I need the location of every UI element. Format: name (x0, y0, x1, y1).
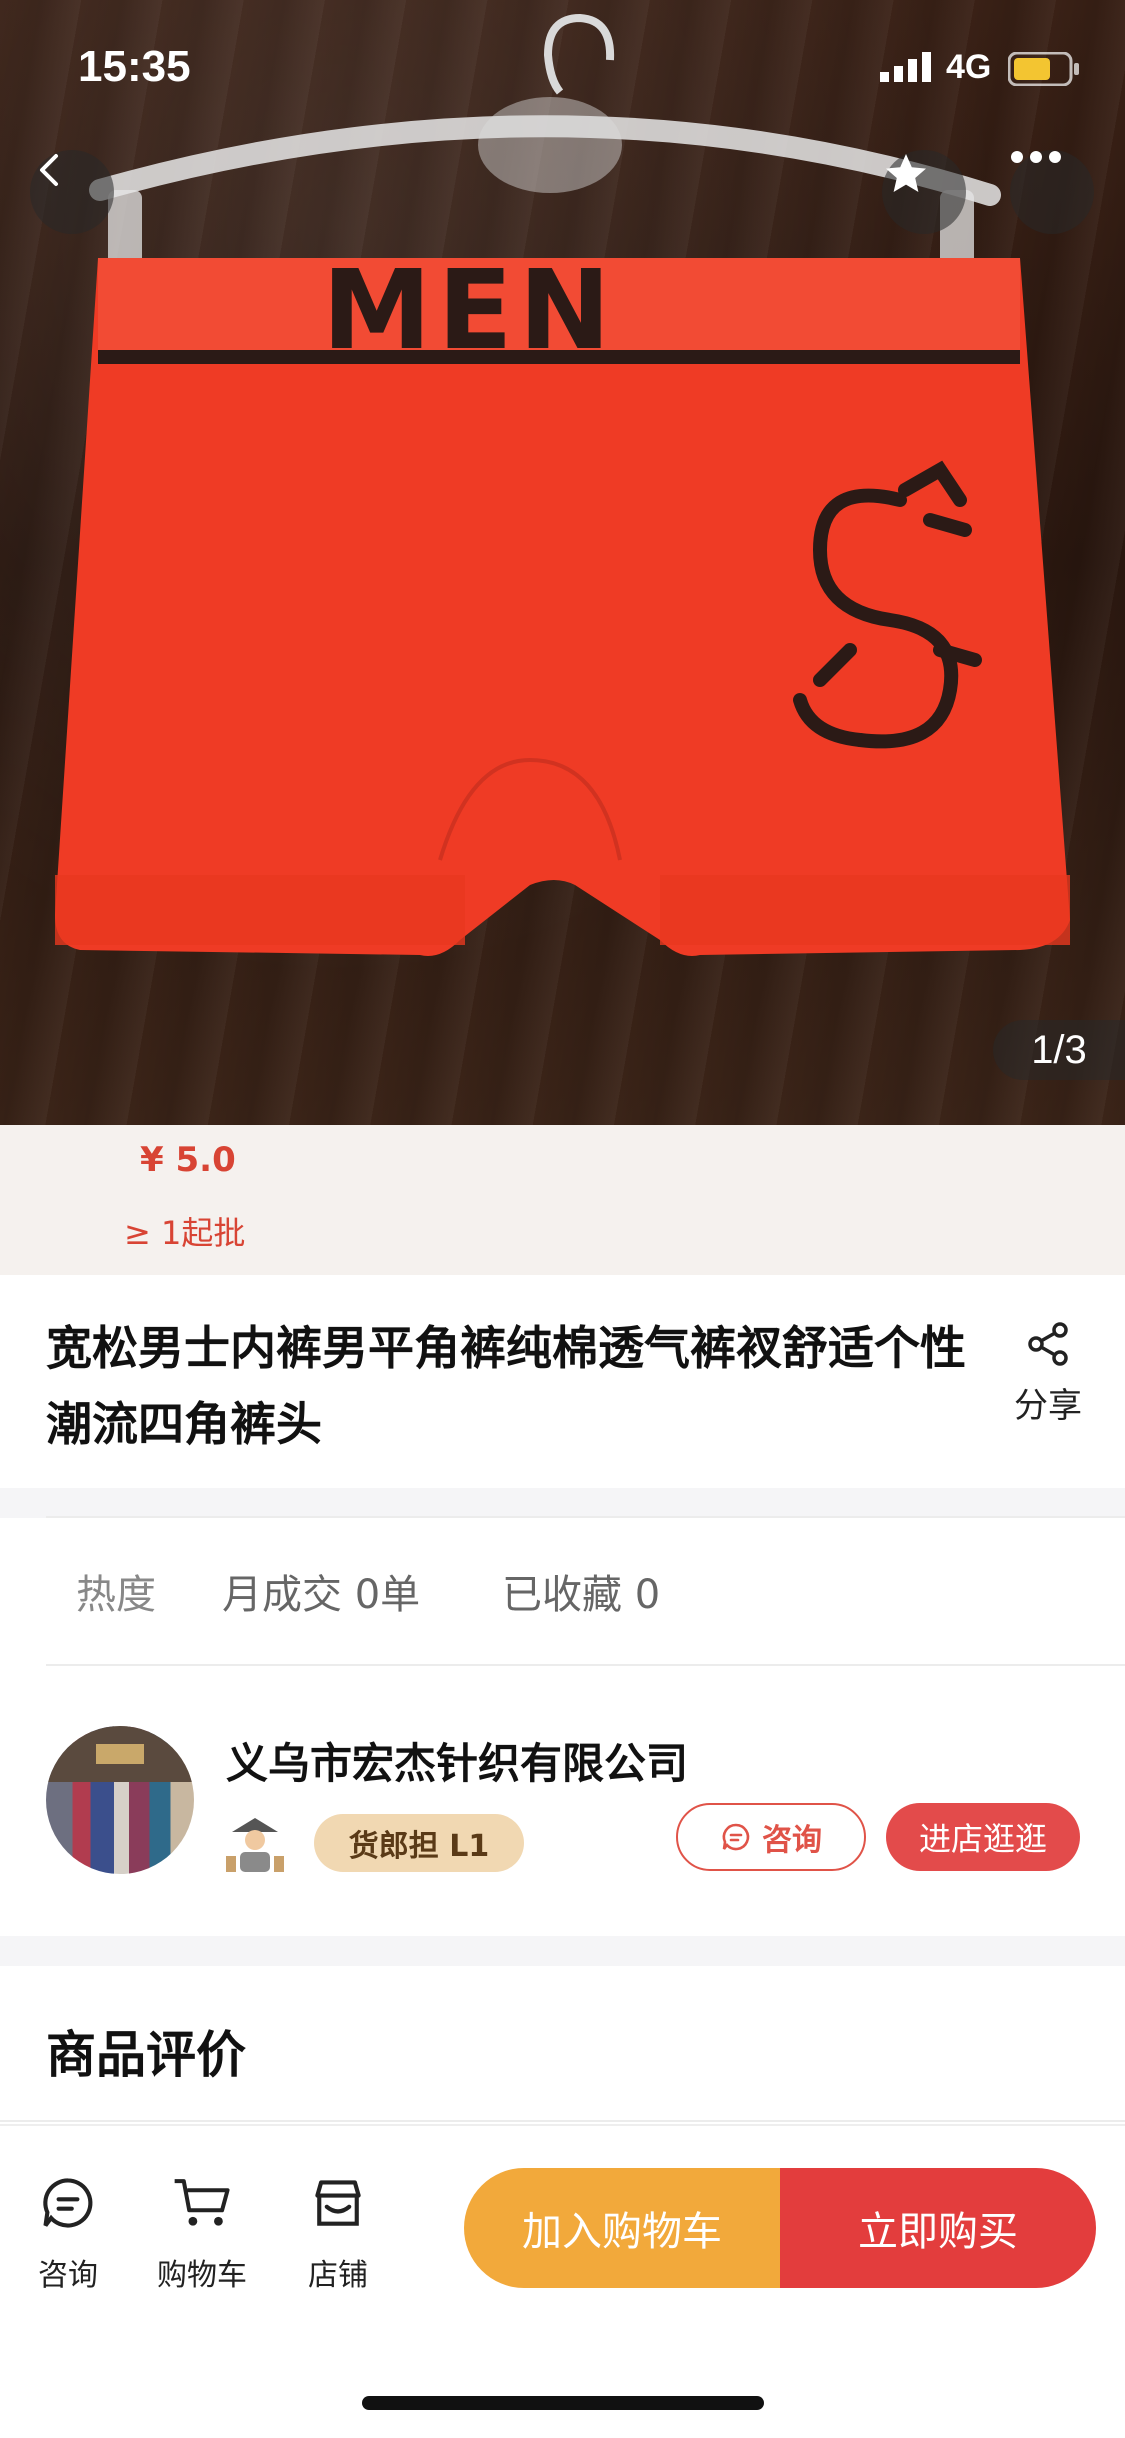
star-icon (886, 154, 926, 192)
stat-heat: 热度 (76, 1572, 156, 1618)
stat-monthly-sales: 月成交 0单 (222, 1572, 421, 1618)
back-button[interactable] (30, 150, 114, 234)
chat-icon (43, 2178, 93, 2228)
share-label: 分享 (1014, 1386, 1082, 1426)
signal-icon (880, 52, 931, 82)
product-price: ¥ 5.0 (140, 1140, 236, 1180)
stat-favorites: 已收藏 0 (502, 1572, 661, 1618)
section-gap (0, 1488, 1125, 1518)
divider (0, 2120, 1125, 2122)
home-indicator[interactable] (362, 2396, 764, 2410)
share-button[interactable]: 分享 (1000, 1320, 1096, 1427)
buy-now-button[interactable]: 立即购买 (780, 2168, 1096, 2288)
enter-shop-button[interactable]: 进店逛逛 (886, 1803, 1080, 1871)
chat-icon (722, 1823, 750, 1851)
shop-consult-button[interactable]: 咨询 (676, 1803, 866, 1871)
tab-cart-label: 购物车 (157, 2258, 247, 2293)
divider (46, 1664, 1125, 1666)
shop-name[interactable]: 义乌市宏杰针织有限公司 (226, 1730, 688, 1791)
reviews-title: 商品评价 (46, 2026, 246, 2084)
status-time: 15:35 (78, 42, 191, 91)
battery-icon (1008, 52, 1079, 86)
product-image-gallery[interactable]: MEN 15:35 4G 1/3 (0, 0, 1125, 1125)
gallery-page-indicator: 1/3 (993, 1020, 1125, 1080)
network-type: 4G (946, 48, 992, 86)
shop-avatar[interactable] (46, 1726, 194, 1874)
tab-store-label: 店铺 (308, 2258, 368, 2293)
section-gap (0, 1936, 1125, 1966)
tab-consult-label: 咨询 (38, 2258, 98, 2293)
more-button[interactable] (1010, 150, 1094, 234)
minimum-order-quantity: ≥ 1起批 (124, 1214, 246, 1252)
share-icon (1028, 1322, 1068, 1366)
product-title: 宽松男士内裤男平角裤纯棉透气裤衩舒适个性潮流四角裤头 (46, 1321, 966, 1451)
add-to-cart-button[interactable]: 加入购物车 (464, 2168, 780, 2288)
shop-consult-label: 咨询 (762, 1823, 822, 1858)
status-bar: 15:35 4G (0, 0, 1125, 140)
store-icon (315, 2180, 361, 2226)
tab-consult[interactable]: 咨询 (8, 2170, 128, 2294)
more-icon (1011, 151, 1061, 163)
cart-icon (174, 2179, 230, 2226)
tab-store[interactable]: 店铺 (278, 2170, 398, 2294)
garment-print-text: MEN (322, 246, 617, 374)
merchant-badge-icon (226, 1818, 284, 1872)
shop-level-badge: 货郎担 L1 (314, 1814, 524, 1872)
divider (46, 1516, 1125, 1518)
chevron-left-icon (40, 154, 58, 186)
tab-cart[interactable]: 购物车 (142, 2170, 262, 2294)
favorite-button[interactable] (882, 150, 966, 234)
